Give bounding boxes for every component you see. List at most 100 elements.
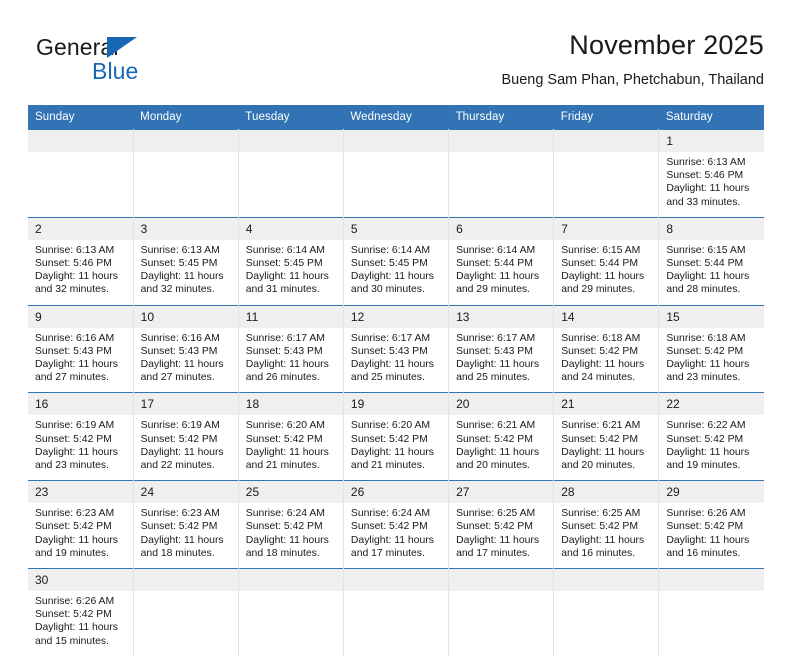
calendar-day-cell[interactable]: 8 Sunrise: 6:15 AM Sunset: 5:44 PM Daylight… [658,216,764,306]
weekday-header-wednesday: Wednesday [343,105,449,130]
calendar-header-row: Sunday Monday Tuesday Wednesday Thursday Frid… [28,105,764,130]
day-info-sunrise: Sunrise: 6:16 AM [140,332,220,344]
calendar-day-cell[interactable]: 26 Sunrise: 6:24 AM Sunset: 5:42 PM Dayligh… [343,480,450,569]
day-info-sunset: Sunset: 5:44 PM [666,258,744,270]
calendar-day-cell[interactable]: 7 Sunrise: 6:15 AM Sunset: 5:44 PM Daylight… [553,216,660,306]
weekday-header-thursday: Thursday [448,105,554,130]
weekday-header-sunday: Sunday [28,105,134,130]
weekday-header-tuesday: Tuesday [238,105,344,130]
calendar-day-cell[interactable]: 15 Sunrise: 6:18 AM Sunset: 5:42 PM Dayligh… [658,304,764,393]
calendar-day-cell[interactable]: 14 Sunrise: 6:18 AM Sunset: 5:42 PM Dayligh… [553,304,660,393]
day-info-daylight1: Daylight: 11 hours [245,271,329,283]
day-info: Sunrise: 6:23 AM Sunset: 5:42 PM Daylight:… [28,503,133,568]
day-number: 4 [238,217,343,240]
calendar-day-cell[interactable]: 6 Sunrise: 6:14 AM Sunset: 5:44 PM Daylight… [448,216,555,306]
day-info-sunset: Sunset: 5:42 PM [245,433,323,445]
calendar-day-cell[interactable]: 25 Sunrise: 6:24 AM Sunset: 5:42 PM Dayligh… [238,480,344,569]
calendar-day-cell-empty [28,129,134,218]
day-number: 7 [554,217,659,240]
day-info: Sunrise: 6:14 AM Sunset: 5:45 PM Daylight:… [344,240,448,305]
day-info-daylight2: and 28 minutes. [666,284,741,296]
logo-flag-icon [107,37,137,58]
calendar-day-cell[interactable]: 18 Sunrise: 6:20 AM Sunset: 5:42 PM Dayligh… [238,392,344,481]
day-info-sunset: Sunset: 5:43 PM [456,345,533,357]
day-number: 13 [449,305,554,328]
calendar-day-cell[interactable]: 16 Sunrise: 6:19 AM Sunset: 5:42 PM Dayligh… [28,392,134,481]
calendar-day-cell[interactable]: 10 Sunrise: 6:16 AM Sunset: 5:43 PM Dayligh… [133,304,239,393]
calendar-day-cell[interactable]: 9 Sunrise: 6:16 AM Sunset: 5:43 PM Daylight… [28,304,134,393]
calendar-day-cell[interactable]: 20 Sunrise: 6:21 AM Sunset: 5:42 PM Dayligh… [448,392,555,481]
page-subtitle: Bueng Sam Phan, Phetchabun, Thailand [501,72,764,88]
calendar-day-cell-empty [553,129,660,218]
calendar-day-cell[interactable]: 27 Sunrise: 6:25 AM Sunset: 5:42 PM Dayligh… [448,480,555,569]
calendar-day-cell[interactable]: 2 Sunrise: 6:13 AM Sunset: 5:46 PM Daylight… [28,216,134,306]
calendar-day-cell[interactable]: 28 Sunrise: 6:25 AM Sunset: 5:42 PM Dayligh… [553,480,660,569]
day-info-daylight1: Daylight: 11 hours [35,271,118,283]
day-info-sunrise: Sunrise: 6:15 AM [561,244,641,256]
day-info-daylight1: Daylight: 11 hours [350,271,434,283]
calendar-day-cell[interactable]: 23 Sunrise: 6:23 AM Sunset: 5:42 PM Dayligh… [28,480,134,569]
day-info-daylight2: and 19 minutes. [666,460,741,472]
day-info-daylight2: and 26 minutes. [245,372,320,384]
calendar-day-cell[interactable]: 3 Sunrise: 6:13 AM Sunset: 5:45 PM Daylight… [133,216,239,306]
calendar-day-cell[interactable]: 4 Sunrise: 6:14 AM Sunset: 5:45 PM Daylight… [238,216,344,306]
day-info: Sunrise: 6:17 AM Sunset: 5:43 PM Daylight:… [239,328,343,393]
calendar-day-cell[interactable]: 1 Sunrise: 6:13 AM Sunset: 5:46 PM Daylight… [658,129,764,218]
day-info-daylight1: Daylight: 11 hours [245,534,329,546]
day-info: Sunrise: 6:17 AM Sunset: 5:43 PM Daylight:… [449,328,553,393]
day-info-daylight2: and 32 minutes. [35,284,109,296]
day-info [134,152,238,216]
day-info-sunrise: Sunrise: 6:17 AM [456,332,536,344]
day-info: Sunrise: 6:16 AM Sunset: 5:43 PM Daylight:… [28,328,133,393]
calendar-day-cell[interactable]: 29 Sunrise: 6:26 AM Sunset: 5:42 PM Dayligh… [658,480,764,569]
day-info-sunrise: Sunrise: 6:24 AM [350,508,431,520]
day-info-daylight1: Daylight: 11 hours [350,534,434,546]
calendar-day-cell[interactable]: 13 Sunrise: 6:17 AM Sunset: 5:43 PM Dayligh… [448,304,555,393]
day-number: 20 [449,393,554,416]
calendar-day-cell[interactable]: 17 Sunrise: 6:19 AM Sunset: 5:42 PM Dayligh… [133,392,239,481]
day-number [659,569,764,592]
calendar-day-cell-empty [343,129,450,218]
calendar-day-cell[interactable]: 11 Sunrise: 6:17 AM Sunset: 5:43 PM Dayligh… [238,304,344,393]
day-info-daylight2: and 27 minutes. [140,372,215,384]
day-info-sunrise: Sunrise: 6:23 AM [140,508,220,520]
calendar-day-cell[interactable]: 22 Sunrise: 6:22 AM Sunset: 5:42 PM Dayligh… [658,392,764,481]
day-info-sunset: Sunset: 5:42 PM [456,521,533,533]
day-info: Sunrise: 6:19 AM Sunset: 5:42 PM Daylight:… [134,415,238,480]
day-info-daylight1: Daylight: 11 hours [140,359,224,371]
calendar-day-cell[interactable]: 24 Sunrise: 6:23 AM Sunset: 5:42 PM Dayligh… [133,480,239,569]
day-info-sunset: Sunset: 5:43 PM [35,345,112,357]
day-info-sunset: Sunset: 5:42 PM [245,521,323,533]
day-number: 11 [238,305,343,328]
day-info-sunrise: Sunrise: 6:14 AM [245,244,325,256]
day-info-sunrise: Sunrise: 6:18 AM [561,332,641,344]
day-info-sunrise: Sunrise: 6:19 AM [35,420,115,432]
logo-text-blue: Blue [92,58,139,84]
day-number [554,569,659,592]
day-info: Sunrise: 6:21 AM Sunset: 5:42 PM Daylight:… [449,415,553,480]
day-info-daylight2: and 23 minutes. [35,460,109,472]
day-number: 21 [554,393,659,416]
day-number: 9 [28,305,133,328]
day-info-sunset: Sunset: 5:45 PM [245,258,323,270]
calendar-day-cell[interactable]: 12 Sunrise: 6:17 AM Sunset: 5:43 PM Dayligh… [343,304,450,393]
calendar-day-cell[interactable]: 30 Sunrise: 6:26 AM Sunset: 5:42 PM Dayligh… [28,568,134,656]
calendar-day-cell-empty [553,568,660,656]
day-info-sunset: Sunset: 5:42 PM [35,433,112,445]
day-number [449,569,554,592]
day-info-sunrise: Sunrise: 6:19 AM [140,420,220,432]
day-info-daylight2: and 25 minutes. [456,372,530,384]
calendar-page: General Blue November 2025 Bueng Sam Pha… [0,0,792,656]
day-info-sunrise: Sunrise: 6:21 AM [456,420,536,432]
day-number: 22 [659,393,764,416]
day-info-daylight2: and 15 minutes. [35,635,109,647]
day-info-sunrise: Sunrise: 6:21 AM [561,420,641,432]
weekday-header-saturday: Saturday [658,105,764,130]
calendar-day-cell[interactable]: 21 Sunrise: 6:21 AM Sunset: 5:42 PM Dayligh… [553,392,660,481]
calendar-day-cell[interactable]: 19 Sunrise: 6:20 AM Sunset: 5:42 PM Dayligh… [343,392,450,481]
day-number [133,569,238,592]
day-info-sunset: Sunset: 5:42 PM [666,433,744,445]
day-info-sunset: Sunset: 5:42 PM [666,521,744,533]
calendar-day-cell-empty [133,568,239,656]
calendar-day-cell[interactable]: 5 Sunrise: 6:14 AM Sunset: 5:45 PM Daylight… [343,216,450,306]
